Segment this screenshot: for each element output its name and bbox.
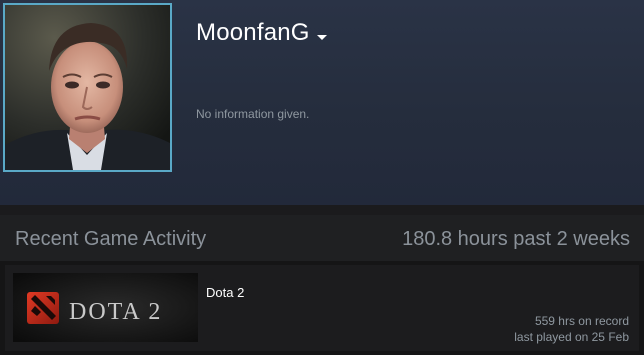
avatar[interactable] xyxy=(3,3,172,172)
game-row[interactable]: DOTA 2 Dota 2 559 hrs on record last pla… xyxy=(5,265,639,351)
hours-on-record: 559 hrs on record xyxy=(534,314,629,328)
profile-summary: No information given. xyxy=(196,107,310,121)
chevron-down-icon xyxy=(316,34,327,40)
avatar-image xyxy=(5,5,170,170)
recent-activity-header: Recent Game Activity 180.8 hours past 2 … xyxy=(0,215,644,261)
dota-2-logo: DOTA 2 xyxy=(13,273,198,342)
game-capsule[interactable]: DOTA 2 xyxy=(13,273,198,342)
persona-name: MoonfanG xyxy=(196,19,310,46)
game-name[interactable]: Dota 2 xyxy=(206,285,244,300)
profile-header: MoonfanG No information given. xyxy=(0,0,644,205)
recent-activity-section: Recent Game Activity 180.8 hours past 2 … xyxy=(0,215,644,355)
last-played: last played on 25 Feb xyxy=(514,330,629,344)
recent-activity-title: Recent Game Activity xyxy=(15,228,207,250)
recent-activity-hours: 180.8 hours past 2 weeks xyxy=(402,228,630,250)
persona-name-dropdown[interactable]: MoonfanG xyxy=(196,19,327,47)
game-stats: 559 hrs on record last played on 25 Feb xyxy=(514,313,629,345)
svg-text:DOTA 2: DOTA 2 xyxy=(69,299,162,325)
